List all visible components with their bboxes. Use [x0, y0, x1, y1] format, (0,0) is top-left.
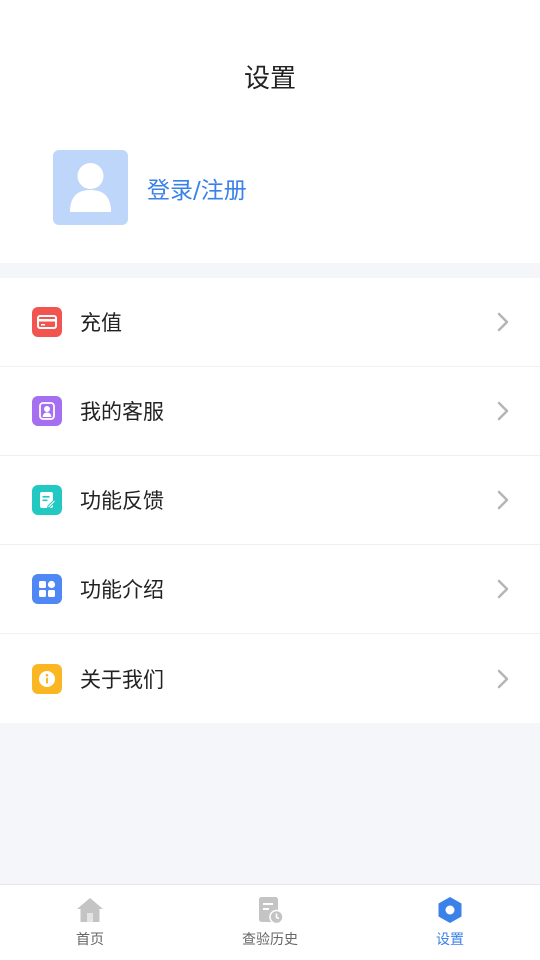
menu-item-label: 我的客服: [80, 400, 164, 424]
tab-history[interactable]: 查验历史: [180, 885, 360, 960]
info-icon: [32, 663, 62, 694]
menu-item-customer-service[interactable]: 我的客服: [0, 367, 540, 456]
login-register-label: 登录/注册: [147, 177, 247, 204]
header: 设置 登录/注册: [0, 0, 540, 263]
login-register-button[interactable]: 登录/注册: [53, 150, 247, 225]
avatar-icon: [53, 150, 128, 225]
settings-menu: 充值 我的客服 功能反馈 功能介绍 关于我们: [0, 278, 540, 723]
tab-label: 设置: [436, 932, 464, 948]
page-title: 设置: [243, 64, 296, 94]
chevron-right-icon: [497, 490, 509, 510]
menu-item-feedback[interactable]: 功能反馈: [0, 456, 540, 545]
menu-item-about-us[interactable]: 关于我们: [0, 634, 540, 723]
chevron-right-icon: [497, 579, 509, 599]
service-icon: [32, 396, 62, 426]
apps-icon: [32, 574, 62, 604]
chevron-right-icon: [497, 401, 509, 421]
menu-item-label: 功能反馈: [80, 489, 164, 513]
tab-label: 查验历史: [242, 932, 298, 948]
card-icon: [32, 307, 62, 337]
tab-home[interactable]: 首页: [0, 885, 180, 960]
settings-icon: [438, 897, 462, 923]
tab-settings[interactable]: 设置: [360, 885, 540, 960]
menu-item-introduction[interactable]: 功能介绍: [0, 545, 540, 634]
home-icon: [77, 898, 103, 922]
bottom-tab-bar: 首页 查验历史 设置: [0, 884, 540, 960]
chevron-right-icon: [497, 312, 509, 332]
menu-item-label: 功能介绍: [80, 578, 164, 602]
menu-item-label: 关于我们: [80, 667, 164, 692]
menu-item-label: 充值: [80, 311, 122, 335]
feedback-icon: [32, 485, 62, 515]
menu-item-recharge[interactable]: 充值: [0, 278, 540, 367]
chevron-right-icon: [497, 669, 509, 688]
tab-label: 首页: [76, 932, 104, 948]
history-icon: [259, 897, 284, 925]
